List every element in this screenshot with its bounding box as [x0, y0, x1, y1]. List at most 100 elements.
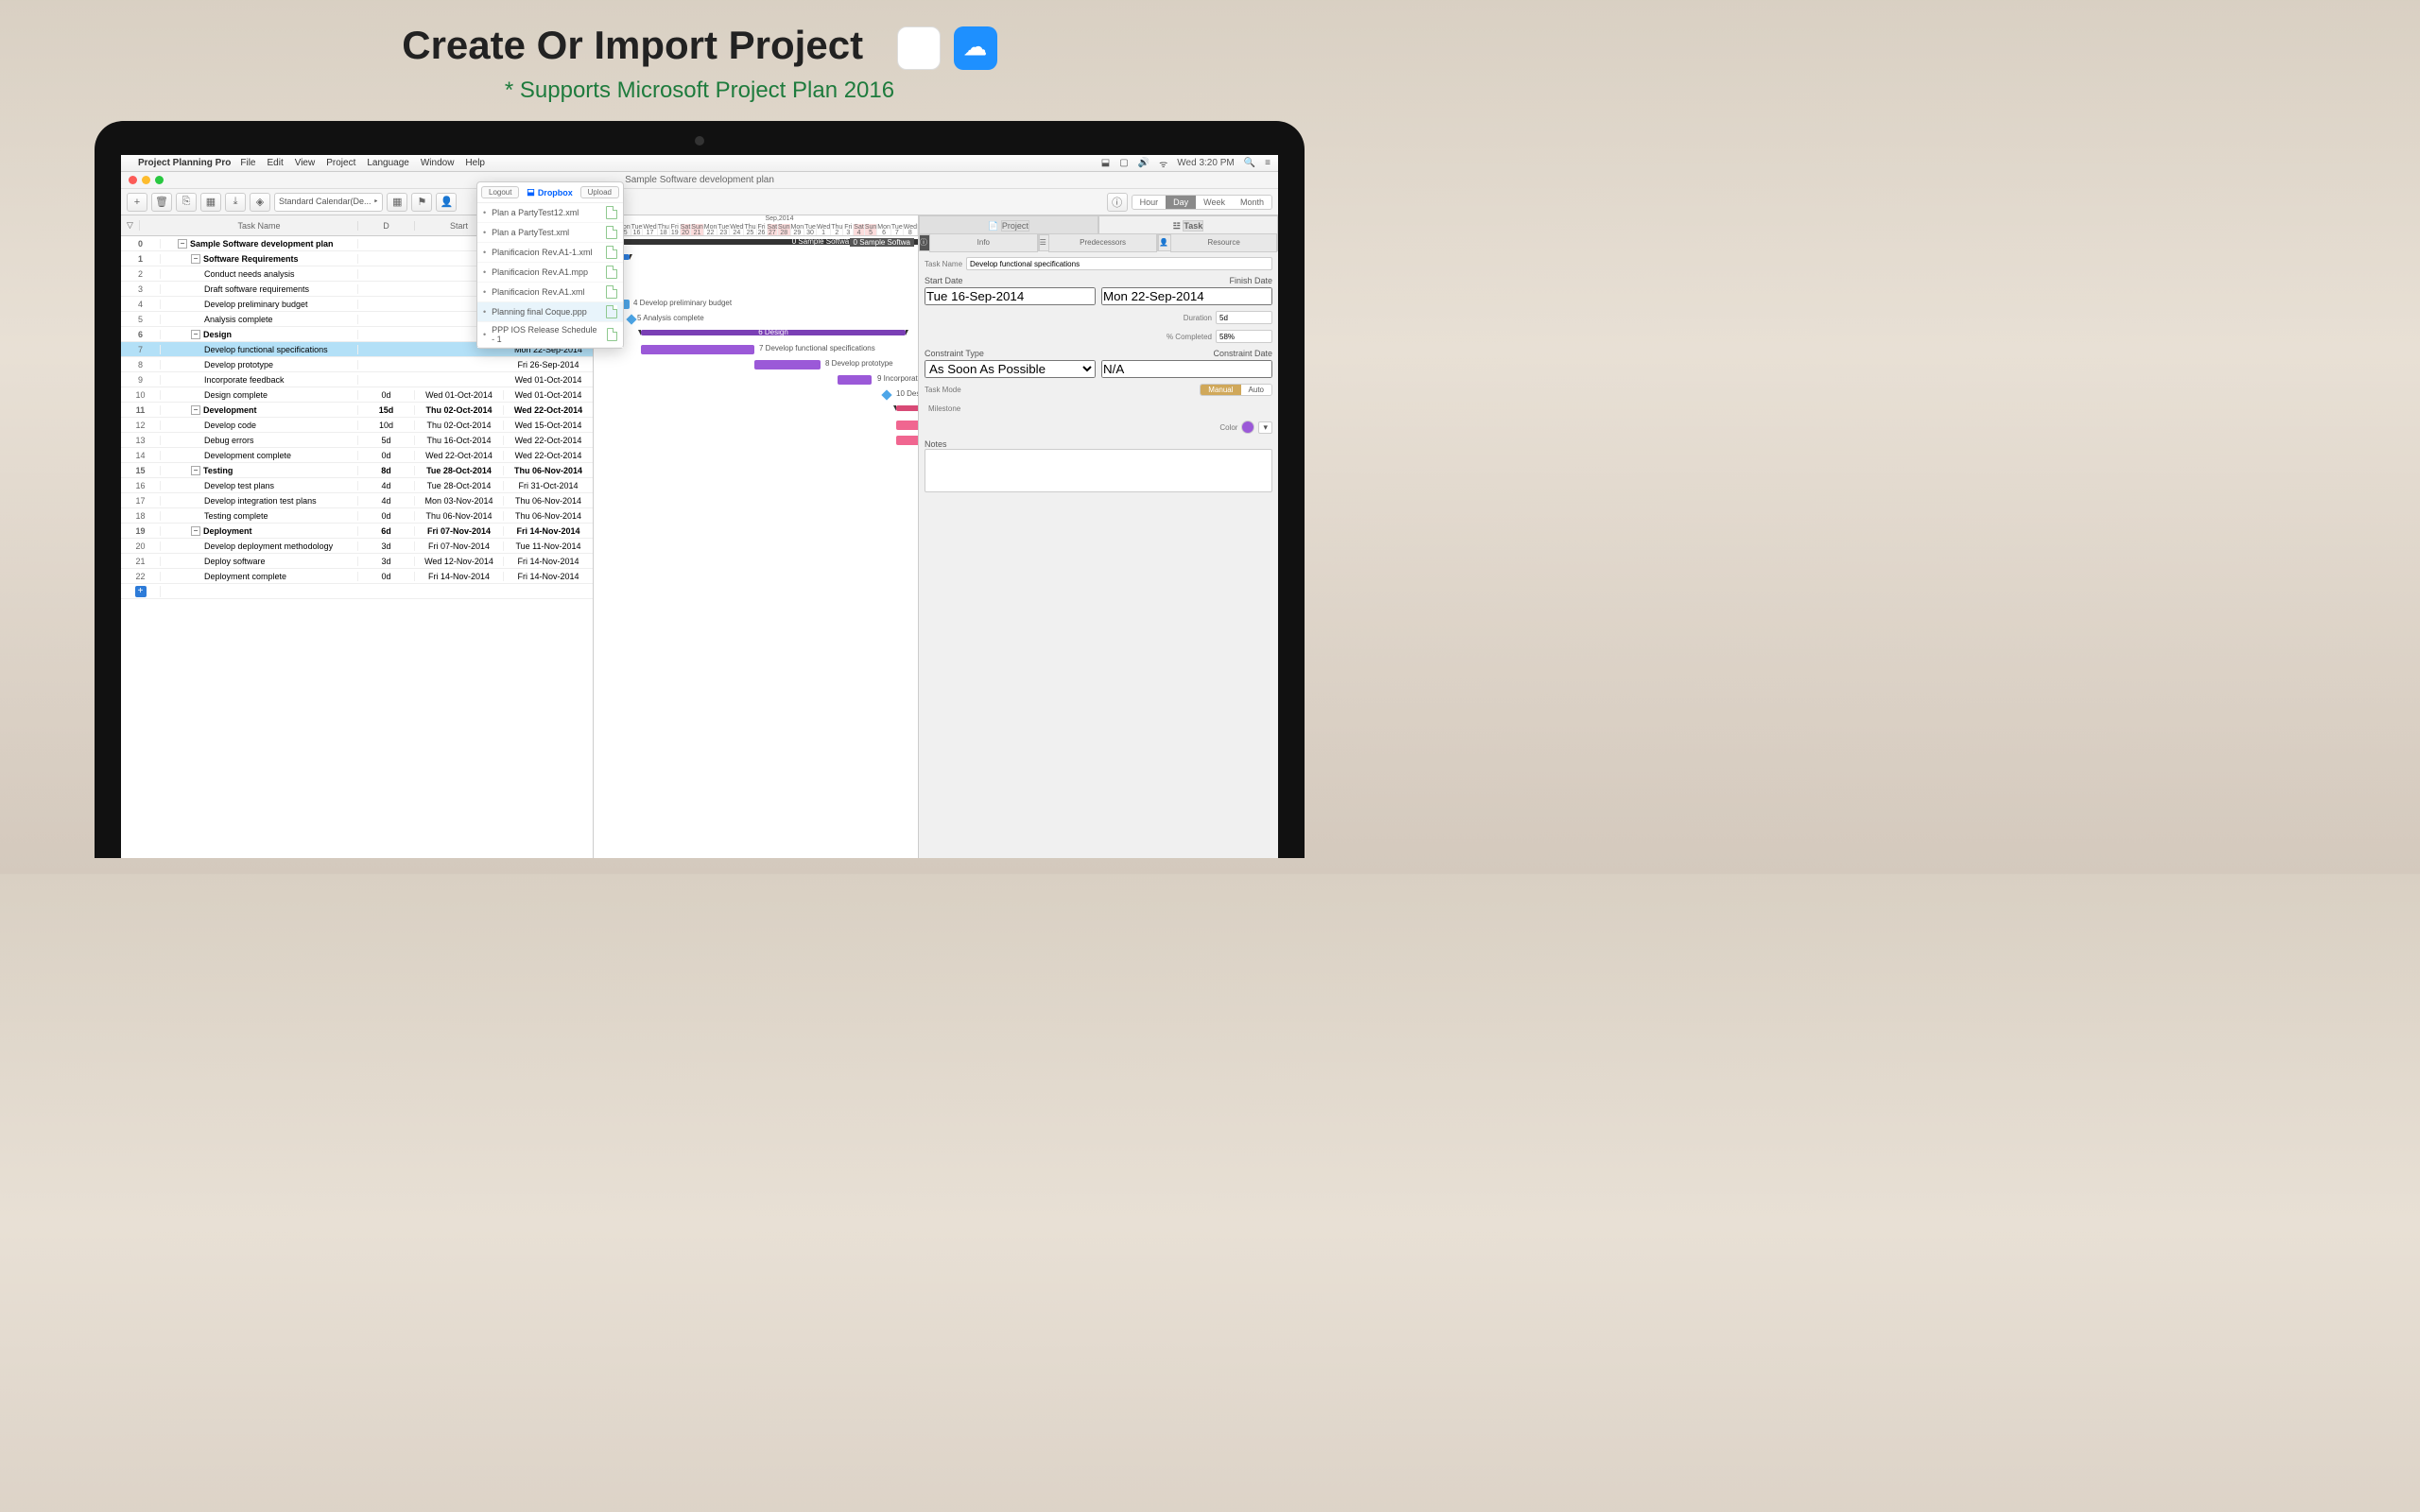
- color-dropdown[interactable]: ▾: [1258, 421, 1272, 434]
- task-row[interactable]: 13 Debug errors 5dThu 16-Oct-2014Wed 22-…: [121, 433, 593, 448]
- timeline-day: Thu18: [658, 224, 670, 235]
- duration-field[interactable]: [1216, 311, 1272, 324]
- calendar-button[interactable]: ▦: [387, 193, 407, 212]
- app-name[interactable]: Project Planning Pro: [138, 158, 231, 168]
- disclosure-icon[interactable]: −: [191, 254, 200, 264]
- milestone-diamond[interactable]: [881, 389, 891, 400]
- gantt-chart[interactable]: Sep,2014 Sat13Sun14Mon15Tue16Wed17Thu18F…: [594, 215, 918, 858]
- flag-button[interactable]: ⚑: [411, 193, 432, 212]
- color-swatch[interactable]: [1241, 421, 1254, 434]
- task-row[interactable]: 16 Develop test plans 4dTue 28-Oct-2014F…: [121, 478, 593, 493]
- finish-date-field[interactable]: [1101, 287, 1272, 305]
- mode-auto[interactable]: Auto: [1241, 385, 1271, 395]
- subtab-info[interactable]: ⓘ Info: [919, 234, 1039, 251]
- minimize-button[interactable]: [142, 176, 150, 184]
- timescale-month[interactable]: Month: [1233, 196, 1271, 209]
- dropbox-file-row[interactable]: •Planificacion Rev.A1-1.xml: [477, 243, 623, 263]
- logout-button[interactable]: Logout: [481, 186, 519, 198]
- clock[interactable]: Wed 3:20 PM: [1177, 158, 1234, 168]
- task-row[interactable]: 21 Deploy software 3dWed 12-Nov-2014Fri …: [121, 554, 593, 569]
- task-row[interactable]: 20 Develop deployment methodology 3dFri …: [121, 539, 593, 554]
- disclosure-icon[interactable]: −: [191, 466, 200, 475]
- add-row-button[interactable]: +: [135, 586, 147, 597]
- task-row[interactable]: 22 Deployment complete 0dFri 14-Nov-2014…: [121, 569, 593, 584]
- dropbox-file-row[interactable]: •Planificacion Rev.A1.xml: [477, 283, 623, 302]
- task-row[interactable]: 12 Develop code 10dThu 02-Oct-2014Wed 15…: [121, 418, 593, 433]
- menu-icon[interactable]: ≡: [1265, 158, 1270, 168]
- person-button[interactable]: 👤: [436, 193, 457, 212]
- task-row[interactable]: 10 Design complete 0dWed 01-Oct-2014Wed …: [121, 387, 593, 403]
- menu-language[interactable]: Language: [367, 158, 409, 168]
- task-name-field[interactable]: [966, 257, 1272, 270]
- task-row[interactable]: 17 Develop integration test plans 4dMon …: [121, 493, 593, 508]
- dropbox-file-row[interactable]: •PPP IOS Release Schedule - 1: [477, 322, 623, 348]
- gantt-bar[interactable]: [896, 421, 918, 430]
- link-button[interactable]: ◈: [250, 193, 270, 212]
- dropbox-file-row[interactable]: •Plan a PartyTest.xml: [477, 223, 623, 243]
- notes-field[interactable]: [925, 449, 1272, 492]
- menu-project[interactable]: Project: [326, 158, 355, 168]
- tab-task[interactable]: ☳ Task: [1098, 215, 1278, 234]
- constraint-type-select[interactable]: As Soon As Possible: [925, 360, 1096, 378]
- copy-button[interactable]: ⎘: [176, 193, 197, 212]
- disclosure-icon[interactable]: −: [191, 405, 200, 415]
- timescale-segment[interactable]: Hour Day Week Month: [1132, 195, 1272, 210]
- calendar-select[interactable]: Standard Calendar(De... ‣: [274, 193, 383, 212]
- timeline-day: Tue7: [891, 224, 904, 235]
- task-row[interactable]: 15 −Testing 8dTue 28-Oct-2014Thu 06-Nov-…: [121, 463, 593, 478]
- menu-window[interactable]: Window: [421, 158, 455, 168]
- timescale-hour[interactable]: Hour: [1132, 196, 1167, 209]
- filter-button[interactable]: ▽: [121, 220, 140, 231]
- task-row[interactable]: 9 Incorporate feedback Wed 01-Oct-2014: [121, 372, 593, 387]
- disclosure-icon[interactable]: −: [191, 526, 200, 536]
- task-row[interactable]: 19 −Deployment 6dFri 07-Nov-2014Fri 14-N…: [121, 524, 593, 539]
- disclosure-icon[interactable]: −: [191, 330, 200, 339]
- dropbox-file-row[interactable]: •Planning final Coque.ppp: [477, 302, 623, 322]
- gantt-bar[interactable]: [754, 360, 821, 369]
- dropbox-file-row[interactable]: •Plan a PartyTest12.xml: [477, 203, 623, 223]
- snapshot-button[interactable]: ▦: [200, 193, 221, 212]
- dropbox-file-row[interactable]: •Planificacion Rev.A1.mpp: [477, 263, 623, 283]
- inspector-panel: 📄 Project ☳ Task ⓘ Info ☰ Predecessors 👤…: [918, 215, 1278, 858]
- task-row[interactable]: 14 Development complete 0dWed 22-Oct-201…: [121, 448, 593, 463]
- add-task-button[interactable]: +: [127, 193, 147, 212]
- volume-icon[interactable]: 🔊: [1138, 158, 1150, 168]
- mode-manual[interactable]: Manual: [1201, 385, 1240, 395]
- upload-button[interactable]: Upload: [580, 186, 619, 198]
- dropbox-menubar-icon[interactable]: ⬓: [1101, 158, 1110, 168]
- info-button[interactable]: ⓘ: [1107, 193, 1128, 212]
- subtab-predecessors[interactable]: ☰ Predecessors: [1039, 234, 1159, 251]
- menu-file[interactable]: File: [240, 158, 255, 168]
- tab-project[interactable]: 📄 Project: [919, 215, 1098, 234]
- zoom-button[interactable]: [155, 176, 164, 184]
- constraint-date-field[interactable]: [1101, 360, 1272, 378]
- menu-view[interactable]: View: [295, 158, 316, 168]
- airplay-icon[interactable]: ▢: [1119, 158, 1128, 168]
- menu-help[interactable]: Help: [465, 158, 485, 168]
- task-row[interactable]: 8 Develop prototype Fri 26-Sep-2014: [121, 357, 593, 372]
- task-row[interactable]: 18 Testing complete 0dThu 06-Nov-2014Thu…: [121, 508, 593, 524]
- disclosure-icon[interactable]: −: [178, 239, 187, 249]
- gantt-bar[interactable]: 6 Design: [641, 330, 906, 335]
- menu-edit[interactable]: Edit: [267, 158, 283, 168]
- timescale-week[interactable]: Week: [1196, 196, 1233, 209]
- milestone-diamond[interactable]: [626, 314, 636, 324]
- gantt-bar[interactable]: [641, 345, 754, 354]
- wifi-icon[interactable]: ᯤ: [1159, 157, 1167, 170]
- spotlight-icon[interactable]: 🔍: [1244, 158, 1255, 168]
- subtab-resource[interactable]: 👤 Resource: [1158, 234, 1278, 251]
- delete-button[interactable]: 🗑: [151, 193, 172, 212]
- pct-field[interactable]: [1216, 330, 1272, 343]
- constraint-date-label: Constraint Date: [1101, 349, 1272, 358]
- close-button[interactable]: [129, 176, 137, 184]
- gantt-bar[interactable]: [896, 405, 918, 411]
- gantt-bar[interactable]: [896, 436, 918, 445]
- timescale-day[interactable]: Day: [1166, 196, 1196, 209]
- task-row[interactable]: 11 −Development 15dThu 02-Oct-2014Wed 22…: [121, 403, 593, 418]
- col-task-name[interactable]: Task Name: [161, 221, 358, 231]
- col-duration[interactable]: D: [358, 221, 415, 231]
- start-date-field[interactable]: [925, 287, 1096, 305]
- task-mode-segment[interactable]: Manual Auto: [1200, 384, 1272, 396]
- gantt-bar[interactable]: [838, 375, 872, 385]
- export-button[interactable]: ⤓: [225, 193, 246, 212]
